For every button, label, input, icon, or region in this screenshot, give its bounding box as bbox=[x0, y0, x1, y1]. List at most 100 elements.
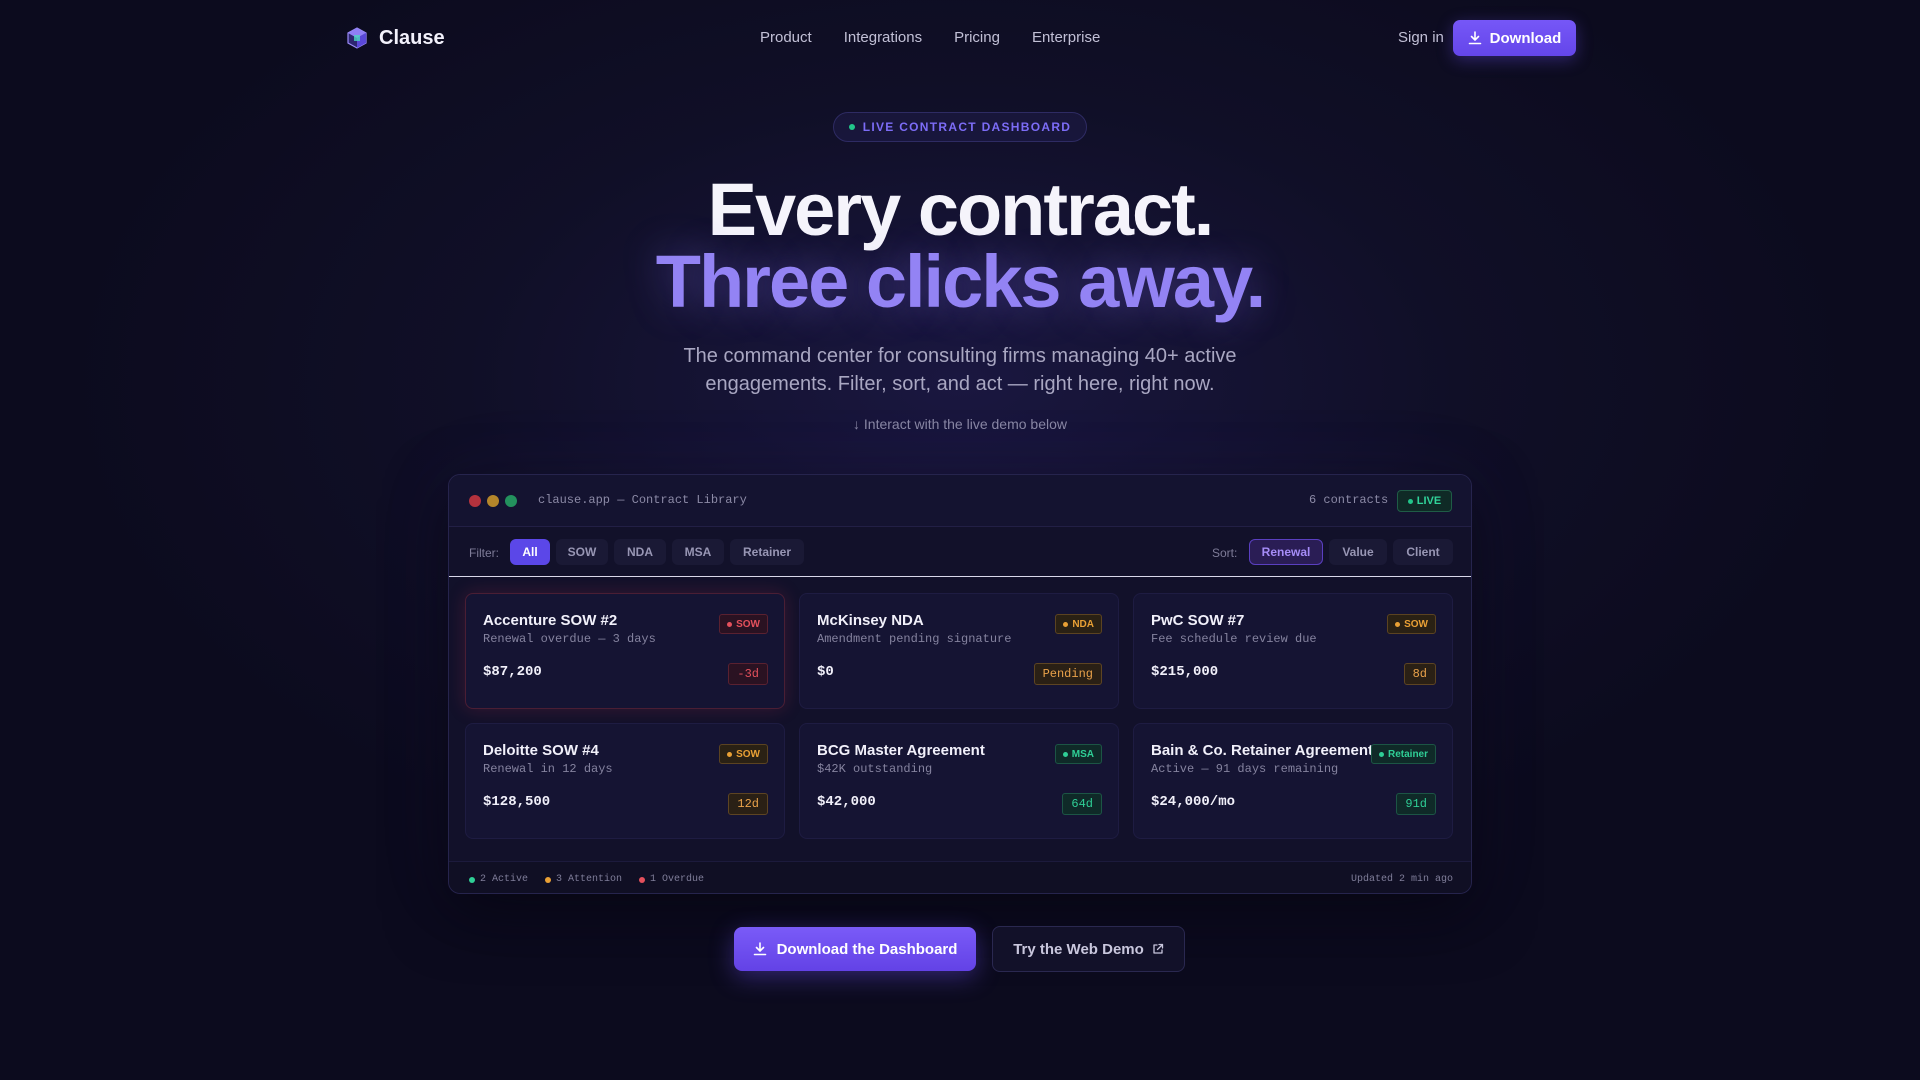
filter-sow[interactable]: SOW bbox=[556, 539, 608, 565]
sort-renewal[interactable]: Renewal bbox=[1249, 539, 1323, 565]
contract-card[interactable]: Accenture SOW #2 Renewal overdue — 3 day… bbox=[465, 593, 785, 709]
legend-active: 2 Active bbox=[469, 874, 528, 885]
download-dashboard-button[interactable]: Download the Dashboard bbox=[734, 927, 976, 971]
tag-dot-icon bbox=[1395, 621, 1401, 627]
active-dot-icon bbox=[469, 876, 475, 883]
contract-card[interactable]: PwC SOW #7 Fee schedule review due $215,… bbox=[1133, 593, 1453, 709]
sort-client[interactable]: Client bbox=[1393, 539, 1453, 565]
tag-dot-icon bbox=[1062, 751, 1068, 757]
signin-link[interactable]: Sign in bbox=[1398, 29, 1444, 46]
live-dot-icon bbox=[1407, 498, 1413, 504]
sort-label: Sort: bbox=[1212, 546, 1238, 560]
updated-timestamp: Updated 2 min ago bbox=[1350, 874, 1453, 885]
filter-retainer[interactable]: Retainer bbox=[730, 539, 804, 565]
nav-link-pricing[interactable]: Pricing bbox=[954, 29, 1000, 46]
contract-card[interactable]: Deloitte SOW #4 Renewal in 12 days $128,… bbox=[465, 723, 785, 839]
contract-status: Fee schedule review due bbox=[1151, 632, 1317, 646]
contract-value: $128,500 bbox=[483, 794, 551, 810]
contract-card[interactable]: McKinsey NDA Amendment pending signature… bbox=[799, 593, 1119, 709]
contract-value: $42,000 bbox=[817, 794, 876, 810]
legend-overdue-label: 1 Overdue bbox=[650, 874, 705, 885]
live-dashboard-pill: LIVE CONTRACT DASHBOARD bbox=[833, 112, 1087, 142]
tag-dot-icon bbox=[727, 751, 733, 757]
web-demo-button[interactable]: Try the Web Demo bbox=[992, 926, 1185, 972]
contract-card[interactable]: BCG Master Agreement $42K outstanding $4… bbox=[799, 723, 1119, 839]
tag-label: SOW bbox=[736, 618, 760, 630]
maximize-dot-icon[interactable] bbox=[505, 495, 517, 507]
tag-dot-icon bbox=[1378, 751, 1384, 757]
tag-label: SOW bbox=[1404, 618, 1428, 630]
dashboard-footer: 2 Active 3 Attention 1 Overdue Updated 2… bbox=[449, 861, 1471, 893]
contract-name: Bain & Co. Retainer Agreement bbox=[1151, 742, 1373, 759]
download-dashboard-label: Download the Dashboard bbox=[776, 940, 958, 958]
contract-name: McKinsey NDA bbox=[817, 612, 924, 629]
legend-attention-label: 3 Attention bbox=[556, 874, 623, 885]
pill-label: LIVE CONTRACT DASHBOARD bbox=[862, 120, 1072, 134]
live-label: LIVE bbox=[1416, 495, 1442, 507]
legend-overdue: 1 Overdue bbox=[639, 874, 704, 885]
cube-logo-icon bbox=[347, 27, 367, 49]
contract-type-tag: SOW bbox=[719, 744, 768, 764]
web-demo-label: Try the Web Demo bbox=[1013, 940, 1144, 958]
nav-download-label: Download bbox=[1489, 29, 1562, 47]
hero-title-line2: Three clicks away. bbox=[655, 240, 1266, 323]
nav-download-button[interactable]: Download bbox=[1453, 20, 1576, 56]
attention-dot-icon bbox=[545, 876, 551, 883]
contract-dashboard-window: clause.app — Contract Library 6 contract… bbox=[448, 474, 1472, 894]
contract-status: $42K outstanding bbox=[817, 762, 933, 776]
legend-active-label: 2 Active bbox=[480, 874, 529, 885]
contract-name: Accenture SOW #2 bbox=[483, 612, 618, 629]
contract-status: Renewal in 12 days bbox=[483, 762, 613, 776]
sort-value[interactable]: Value bbox=[1329, 539, 1387, 565]
days-badge: 64d bbox=[1062, 793, 1102, 815]
brand-logo[interactable]: Clause bbox=[345, 26, 445, 50]
contract-value: $215,000 bbox=[1151, 664, 1219, 680]
close-dot-icon[interactable] bbox=[469, 495, 481, 507]
days-badge: 8d bbox=[1403, 663, 1436, 685]
minimize-dot-icon[interactable] bbox=[487, 495, 499, 507]
contract-status: Active — 91 days remaining bbox=[1151, 762, 1339, 776]
top-nav: Clause Product Integrations Pricing Ente… bbox=[0, 0, 1920, 76]
filter-all[interactable]: All bbox=[510, 539, 550, 565]
download-icon bbox=[1468, 31, 1481, 45]
nav-link-product[interactable]: Product bbox=[760, 29, 812, 46]
tag-label: Retainer bbox=[1387, 748, 1428, 760]
tag-dot-icon bbox=[1063, 621, 1069, 627]
contract-name: PwC SOW #7 bbox=[1151, 612, 1245, 629]
contract-type-tag: NDA bbox=[1055, 614, 1102, 634]
contract-type-tag: Retainer bbox=[1370, 744, 1436, 764]
legend-attention: 3 Attention bbox=[545, 874, 622, 885]
window-titlebar: clause.app — Contract Library 6 contract… bbox=[449, 475, 1471, 527]
contract-status: Amendment pending signature bbox=[817, 632, 1012, 646]
days-badge: Pending bbox=[1033, 663, 1102, 685]
hero-title-line1: Every contract. bbox=[707, 168, 1215, 251]
overdue-dot-icon bbox=[639, 876, 645, 883]
nav-link-enterprise[interactable]: Enterprise bbox=[1032, 29, 1100, 46]
contract-name: Deloitte SOW #4 bbox=[483, 742, 599, 759]
contract-name: BCG Master Agreement bbox=[817, 742, 985, 759]
filter-nda[interactable]: NDA bbox=[614, 539, 666, 565]
demo-hint: ↓ Interact with the live demo below bbox=[853, 416, 1067, 432]
filter-sort-bar: Filter: All SOW NDA MSA Retainer Sort: R… bbox=[449, 527, 1471, 577]
contract-status: Renewal overdue — 3 days bbox=[483, 632, 656, 646]
contract-type-tag: MSA bbox=[1054, 744, 1102, 764]
contract-value: $0 bbox=[817, 664, 834, 680]
contract-type-tag: SOW bbox=[1387, 614, 1436, 634]
nav-links: Product Integrations Pricing Enterprise bbox=[760, 29, 1100, 46]
tag-label: NDA bbox=[1072, 618, 1094, 630]
days-badge: 91d bbox=[1396, 793, 1436, 815]
download-icon bbox=[753, 942, 766, 956]
nav-link-integrations[interactable]: Integrations bbox=[844, 29, 922, 46]
filter-label: Filter: bbox=[469, 546, 499, 560]
tag-label: SOW bbox=[736, 748, 760, 760]
contract-count: 6 contracts bbox=[1309, 493, 1389, 507]
tag-dot-icon bbox=[727, 621, 733, 627]
days-badge: -3d bbox=[728, 663, 768, 685]
brand-name: Clause bbox=[379, 26, 445, 49]
filter-msa[interactable]: MSA bbox=[672, 539, 724, 565]
window-title: clause.app — Contract Library bbox=[538, 493, 747, 507]
contract-type-tag: SOW bbox=[719, 614, 768, 634]
contract-card[interactable]: Bain & Co. Retainer Agreement Active — 9… bbox=[1133, 723, 1453, 839]
tag-label: MSA bbox=[1071, 748, 1094, 760]
hero-subtitle: The command center for consulting firms … bbox=[683, 345, 1237, 395]
